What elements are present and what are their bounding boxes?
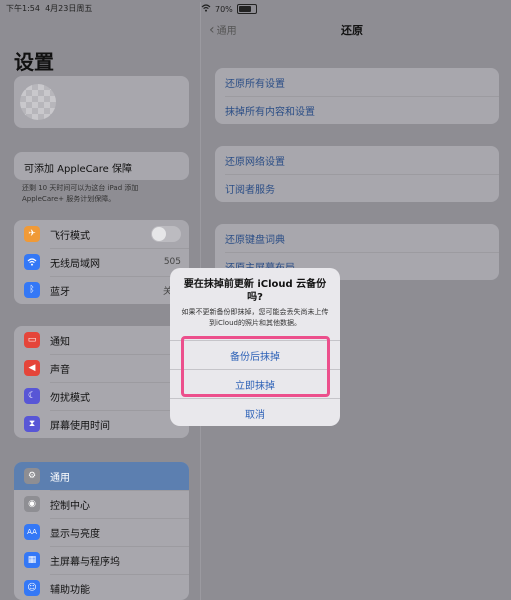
subscriber-services[interactable]: 订阅者服务 bbox=[215, 174, 499, 202]
chevron-left-icon: ‹ bbox=[209, 21, 215, 38]
general-group: ⚙ 通用 ◉ 控制中心 AA 显示与亮度 ▦ 主屏幕与程序坞 ☺ 辅助功能 bbox=[14, 462, 189, 600]
sidebar-item-notifications[interactable]: ▭ 通知 bbox=[14, 326, 189, 354]
applecare-row[interactable]: 可添加 AppleCare 保障 bbox=[14, 152, 189, 180]
sidebar-item-screen-time[interactable]: ⧗ 屏幕使用时间 bbox=[14, 410, 189, 438]
sound-icon: ◀ bbox=[24, 360, 40, 376]
bluetooth-icon: ᛒ bbox=[24, 282, 40, 298]
sidebar-item-airplane[interactable]: ✈ 飞行模式 bbox=[14, 220, 189, 248]
sidebar-item-display[interactable]: AA 显示与亮度 bbox=[14, 518, 189, 546]
grid-icon: ▦ bbox=[24, 552, 40, 568]
airplane-icon: ✈ bbox=[24, 226, 40, 242]
wifi-icon bbox=[201, 4, 211, 14]
battery-icon bbox=[236, 4, 257, 14]
sidebar-item-dnd[interactable]: ☾ 勿扰模式 bbox=[14, 382, 189, 410]
reset-group-1: 还原所有设置 抹掉所有内容和设置 bbox=[215, 68, 499, 124]
status-time: 下午1:54 4月23日周五 bbox=[6, 4, 93, 13]
moon-icon: ☾ bbox=[24, 388, 40, 404]
battery-percent: 70% bbox=[215, 4, 233, 14]
toggles-icon: ◉ bbox=[24, 496, 40, 512]
alert-message: 如果不更新备份即抹掉，您可能会丢失尚未上传到iCloud的照片和其他数据。 bbox=[181, 308, 329, 327]
erase-all-content[interactable]: 抹掉所有内容和设置 bbox=[215, 96, 499, 124]
alert-title: 要在抹掉前更新 iCloud 云备份吗? bbox=[183, 279, 327, 303]
sidebar-item-general[interactable]: ⚙ 通用 bbox=[14, 462, 189, 490]
page-title: 设置 bbox=[14, 50, 54, 74]
accessibility-icon: ☺ bbox=[24, 580, 40, 596]
reset-keyboard-dictionary[interactable]: 还原键盘词典 bbox=[215, 224, 499, 252]
hourglass-icon: ⧗ bbox=[24, 416, 40, 432]
sidebar-item-sound[interactable]: ◀ 声音 bbox=[14, 354, 189, 382]
cancel-button[interactable]: 取消 bbox=[170, 398, 340, 426]
sidebar-item-control-center[interactable]: ◉ 控制中心 bbox=[14, 490, 189, 518]
apple-id-card[interactable] bbox=[14, 76, 189, 128]
reset-network-settings[interactable]: 还原网络设置 bbox=[215, 146, 499, 174]
applecare-label: 可添加 AppleCare 保障 bbox=[24, 164, 132, 175]
nav-bar: ‹ 通用 还原 bbox=[201, 16, 511, 42]
nav-title: 还原 bbox=[341, 24, 363, 37]
sidebar-item-bluetooth[interactable]: ᛒ 蓝牙 关闭 bbox=[14, 276, 189, 304]
sidebar-item-home-screen[interactable]: ▦ 主屏幕与程序坞 bbox=[14, 546, 189, 574]
reset-all-settings[interactable]: 还原所有设置 bbox=[215, 68, 499, 96]
text-size-icon: AA bbox=[24, 524, 40, 540]
wifi-icon bbox=[24, 254, 40, 270]
status-bar: 下午1:54 4月23日周五 70% bbox=[0, 0, 511, 16]
gear-icon: ⚙ bbox=[24, 468, 40, 484]
notification-icon: ▭ bbox=[24, 332, 40, 348]
airplane-toggle[interactable] bbox=[151, 226, 181, 242]
highlight-box bbox=[181, 336, 330, 397]
back-button[interactable]: ‹ 通用 bbox=[209, 21, 237, 38]
reset-group-2: 还原网络设置 订阅者服务 bbox=[215, 146, 499, 202]
avatar bbox=[20, 84, 56, 120]
applecare-note: 还剩 10 天时间可以为这台 iPad 添加 AppleCare+ 服务计划保障… bbox=[22, 184, 139, 203]
connectivity-group: ✈ 飞行模式 无线局域网 505 ᛒ 蓝牙 关闭 bbox=[14, 220, 189, 304]
notification-group: ▭ 通知 ◀ 声音 ☾ 勿扰模式 ⧗ 屏幕使用时间 bbox=[14, 326, 189, 438]
sidebar-item-wifi[interactable]: 无线局域网 505 bbox=[14, 248, 189, 276]
sidebar-item-accessibility[interactable]: ☺ 辅助功能 bbox=[14, 574, 189, 600]
